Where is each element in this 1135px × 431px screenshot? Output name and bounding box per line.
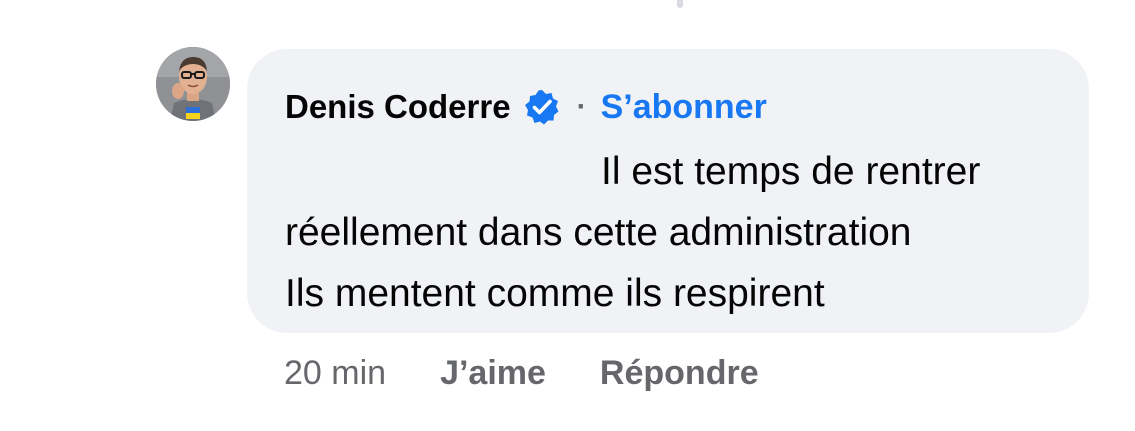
comment-header: Denis Coderre · S’abonner <box>285 85 767 129</box>
thread-connector-line <box>677 0 683 8</box>
author-name[interactable]: Denis Coderre <box>285 88 511 126</box>
follow-link[interactable]: S’abonner <box>601 88 767 127</box>
comment-line: réellement dans cette administration <box>285 211 912 254</box>
comment-line: Ils mentent comme ils respirent <box>285 272 825 315</box>
verified-badge-icon <box>523 88 561 126</box>
avatar-image <box>156 47 230 121</box>
comment-text: Il est temps de rentrer réellement dans … <box>285 141 1065 324</box>
avatar[interactable] <box>156 47 230 121</box>
reply-button[interactable]: Répondre <box>600 354 759 393</box>
comment-bubble: Denis Coderre · S’abonner Il est temps d… <box>247 49 1089 333</box>
like-button[interactable]: J’aime <box>440 354 546 393</box>
separator-dot: · <box>576 90 587 123</box>
comment-timestamp[interactable]: 20 min <box>284 354 386 393</box>
comment-view: Denis Coderre · S’abonner Il est temps d… <box>0 0 1135 431</box>
comment-line: Il est temps de rentrer <box>601 150 981 193</box>
comment-actions: 20 min J’aime Répondre <box>284 350 759 396</box>
